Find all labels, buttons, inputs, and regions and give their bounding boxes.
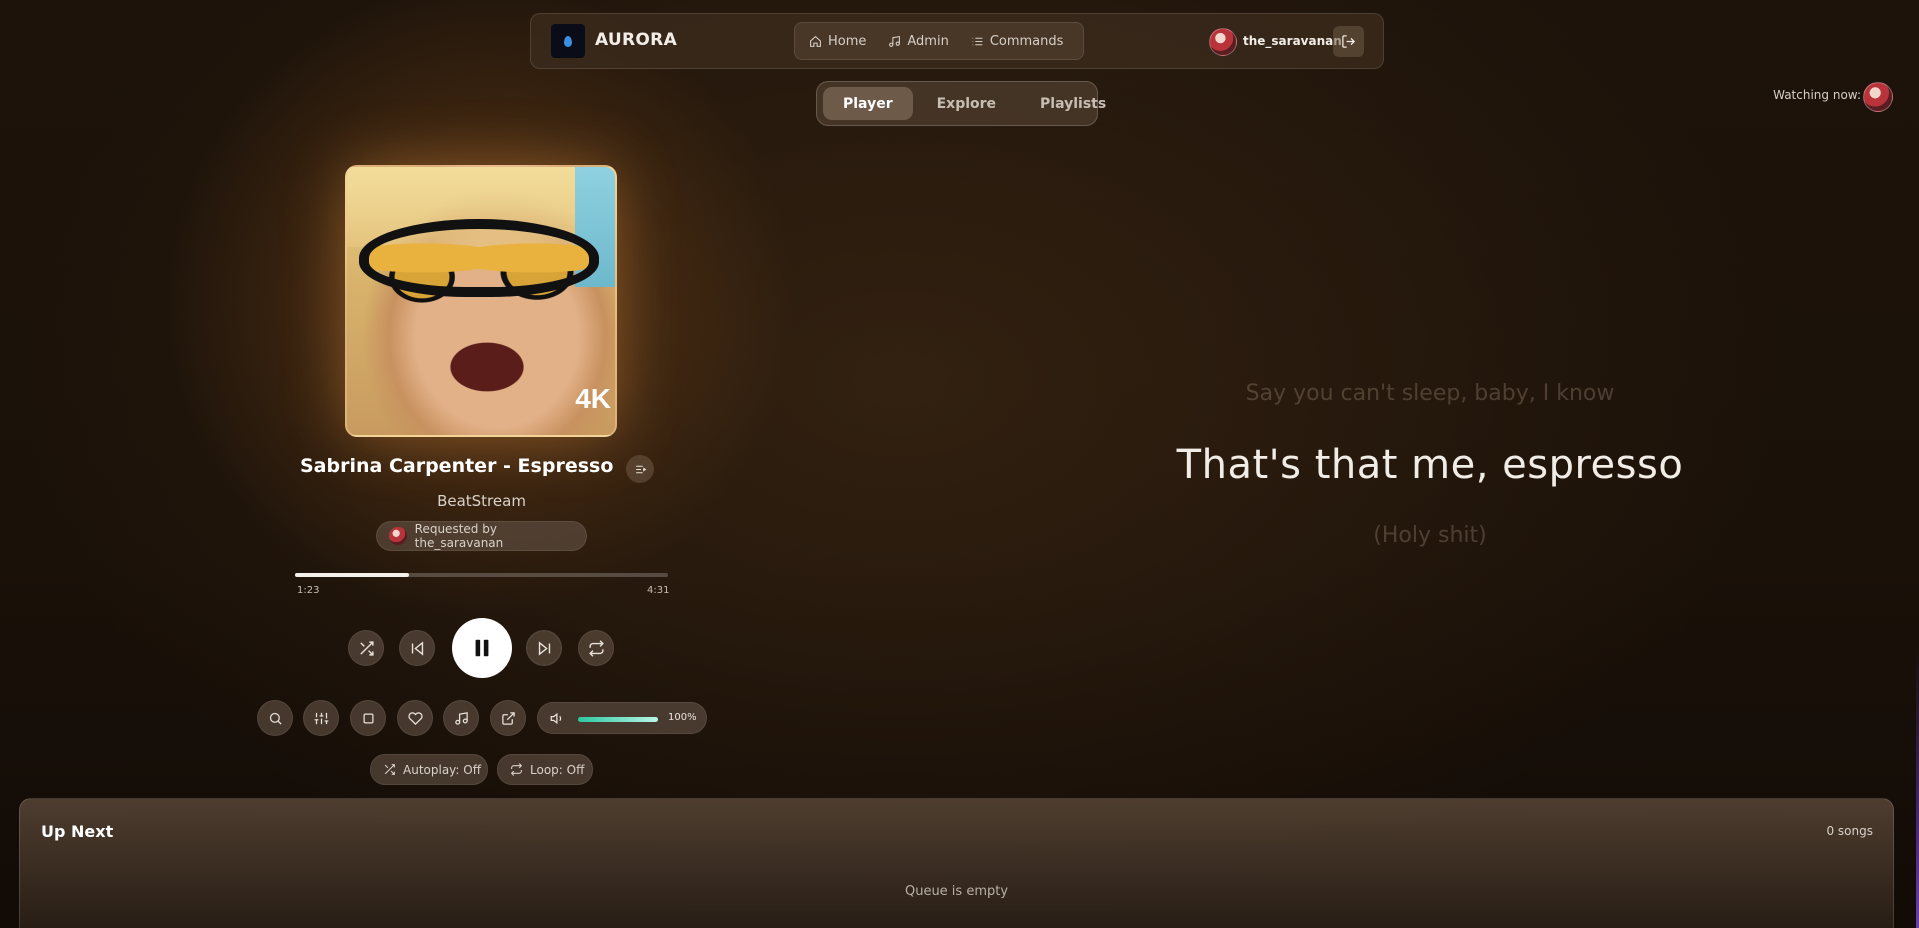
external-link-icon bbox=[501, 711, 515, 725]
volume-slider[interactable] bbox=[578, 717, 658, 722]
nav-home-link[interactable]: Home bbox=[809, 34, 866, 49]
shuffle-icon bbox=[359, 640, 374, 656]
pause-button[interactable] bbox=[452, 618, 512, 678]
nav-commands-link[interactable]: Commands bbox=[971, 33, 1064, 49]
nav-admin-link[interactable]: Admin bbox=[888, 33, 949, 49]
requester-avatar bbox=[389, 527, 407, 545]
volume-fill bbox=[578, 717, 658, 722]
lyric-next-line: (Holy shit) bbox=[1373, 523, 1487, 548]
list-icon bbox=[972, 37, 983, 45]
open-external-button[interactable] bbox=[490, 700, 526, 736]
loop-toggle[interactable]: Loop: Off bbox=[497, 754, 593, 785]
logout-button[interactable] bbox=[1333, 26, 1364, 57]
shuffle-button[interactable] bbox=[348, 630, 384, 666]
volume-icon bbox=[550, 712, 562, 725]
queue-count: 0 songs bbox=[1826, 824, 1873, 838]
watcher-avatar[interactable] bbox=[1863, 82, 1893, 112]
pause-icon bbox=[475, 639, 489, 657]
elapsed-time: 1:23 bbox=[297, 585, 320, 596]
logo-drop-icon bbox=[564, 35, 572, 47]
logout-icon bbox=[1342, 35, 1356, 48]
total-duration: 4:31 bbox=[647, 585, 670, 596]
skip-back-icon bbox=[411, 640, 423, 656]
home-icon bbox=[810, 35, 821, 47]
lyrics-icon bbox=[635, 465, 646, 473]
nav-links: Home Admin Commands bbox=[794, 22, 1084, 60]
tab-playlists[interactable]: Playlists bbox=[1020, 87, 1126, 120]
album-art: 4K bbox=[345, 165, 617, 437]
music-note-icon bbox=[889, 35, 901, 47]
repeat-icon bbox=[588, 639, 604, 657]
repeat-button[interactable] bbox=[578, 630, 614, 666]
stop-button[interactable] bbox=[350, 700, 386, 736]
tab-player[interactable]: Player bbox=[823, 87, 913, 120]
app-logo[interactable] bbox=[551, 24, 585, 58]
skip-forward-icon bbox=[538, 640, 550, 656]
square-icon bbox=[363, 713, 373, 723]
next-button[interactable] bbox=[526, 630, 562, 666]
tab-explore[interactable]: Explore bbox=[917, 87, 1016, 120]
up-next-title: Up Next bbox=[41, 822, 114, 841]
nav-admin-label: Admin bbox=[907, 33, 949, 49]
nav-commands-label: Commands bbox=[989, 33, 1064, 49]
shuffle-icon bbox=[384, 764, 395, 775]
previous-button[interactable] bbox=[399, 630, 435, 666]
sliders-icon bbox=[314, 712, 328, 724]
autoplay-toggle[interactable]: Autoplay: Off bbox=[370, 754, 488, 785]
music-note-icon bbox=[454, 711, 468, 725]
album-badge: 4K bbox=[575, 383, 611, 414]
lyric-current-line: That's that me, espresso bbox=[1176, 442, 1684, 488]
like-button[interactable] bbox=[397, 700, 433, 736]
user-avatar[interactable] bbox=[1209, 28, 1237, 56]
lyric-previous-line: Say you can't sleep, baby, I know bbox=[1245, 381, 1615, 406]
heart-icon bbox=[407, 711, 423, 725]
progress-fill bbox=[295, 573, 410, 577]
up-next-panel: Up Next 0 songs Queue is empty bbox=[19, 798, 1894, 928]
lyrics-toggle-button[interactable] bbox=[626, 455, 654, 483]
top-navbar: AURORA Home Admin Commands the_saravanan bbox=[530, 13, 1384, 69]
search-button[interactable] bbox=[257, 700, 293, 736]
volume-control[interactable]: 100% bbox=[537, 702, 707, 734]
loop-label: Loop: Off bbox=[530, 762, 585, 777]
requested-by-label: Requested by the_saravanan bbox=[414, 522, 504, 550]
requested-by-badge: Requested by the_saravanan bbox=[376, 521, 587, 551]
track-title: Sabrina Carpenter - Espresso ... bbox=[300, 455, 620, 477]
queue-empty-message: Queue is empty bbox=[904, 884, 1009, 899]
lyrics-button[interactable] bbox=[443, 700, 479, 736]
equalizer-button[interactable] bbox=[303, 700, 339, 736]
brand-name[interactable]: AURORA bbox=[595, 30, 677, 50]
album-art-glasses bbox=[359, 219, 599, 297]
username[interactable]: the_saravanan bbox=[1243, 34, 1342, 48]
track-artist: BeatStream bbox=[437, 492, 526, 510]
view-tabs: Player Explore Playlists bbox=[816, 81, 1106, 126]
progress-bar[interactable] bbox=[295, 573, 668, 577]
search-icon bbox=[269, 712, 282, 725]
watching-now-label: Watching now: bbox=[1773, 88, 1861, 102]
autoplay-label: Autoplay: Off bbox=[403, 762, 481, 777]
volume-label: 100% bbox=[668, 712, 697, 723]
repeat-icon bbox=[510, 763, 523, 776]
nav-home-label: Home bbox=[828, 33, 867, 49]
